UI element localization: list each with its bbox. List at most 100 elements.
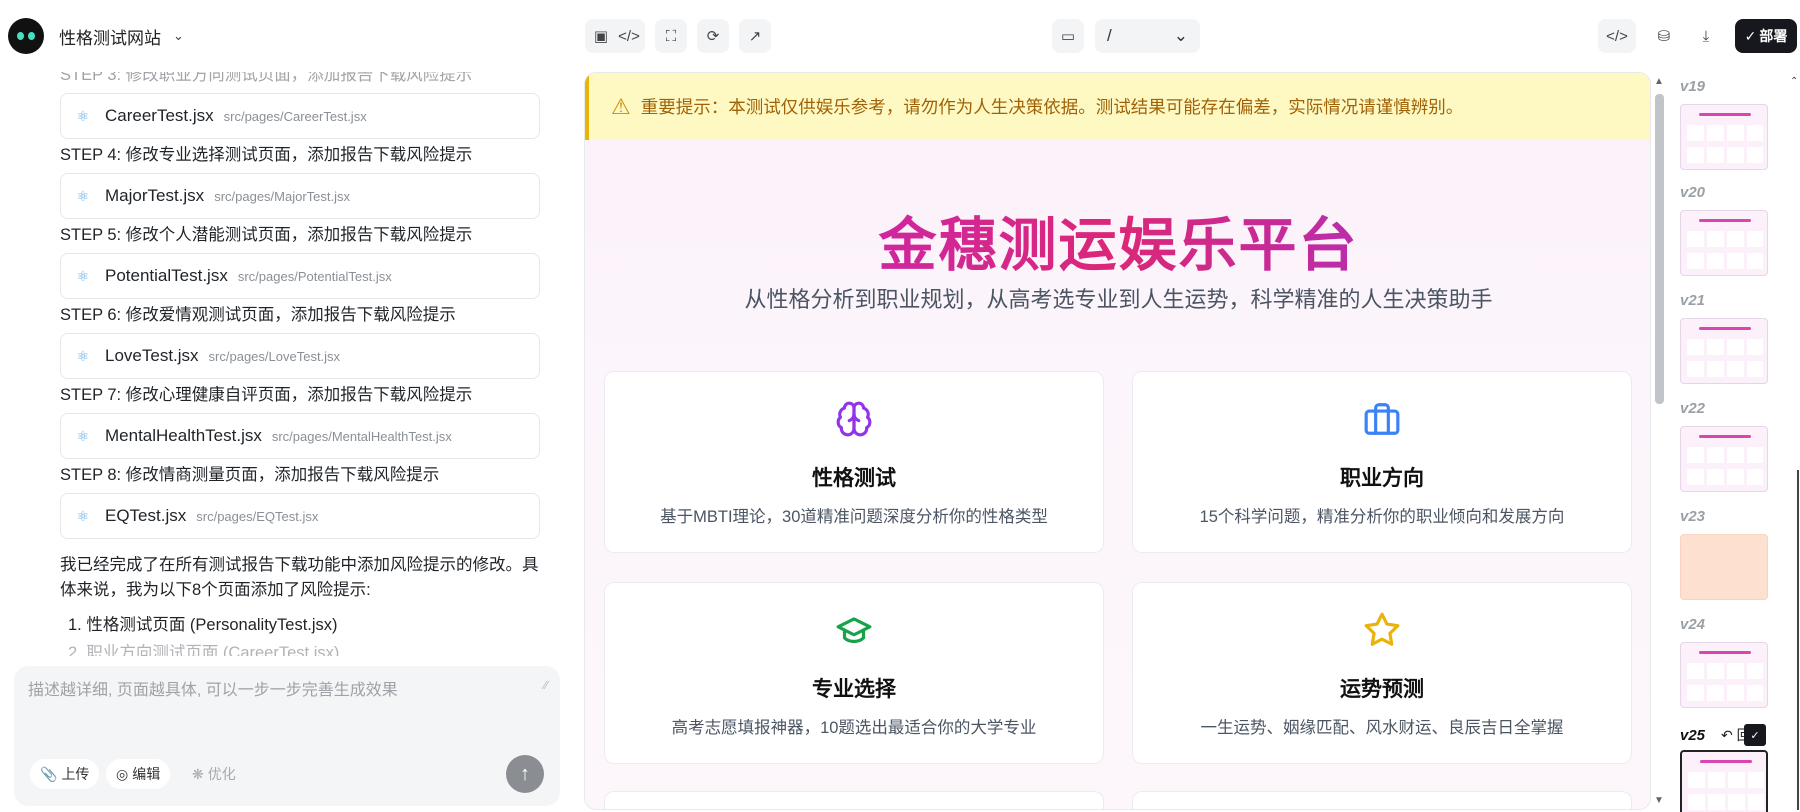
code-view-icon[interactable]: </> xyxy=(615,28,643,45)
chat-composer: ∕∕ 📎 上传 ◎ 编辑 ❋ 优化 ↑ xyxy=(14,666,560,806)
browser-view-icon[interactable]: ▣ xyxy=(587,27,615,45)
briefcase-icon xyxy=(1133,400,1631,438)
file-card[interactable]: ⚛ EQTest.jsx src/pages/EQTest.jsx xyxy=(60,493,540,539)
version-thumbnail[interactable] xyxy=(1680,318,1768,384)
feature-card-fortune[interactable]: 运势预测 一生运势、姻缘匹配、风水财运、良辰吉日全掌握 xyxy=(1132,582,1632,764)
project-title[interactable]: 性格测试网站 xyxy=(59,24,161,49)
deploy-button[interactable]: ✓ 部署 xyxy=(1735,19,1797,53)
optimize-button[interactable]: ❋ 优化 xyxy=(182,759,246,789)
chevron-down-icon[interactable]: ⌄ xyxy=(173,28,184,44)
file-name: LoveTest.jsx xyxy=(105,346,199,365)
sparkle-icon: ❋ xyxy=(192,765,204,782)
version-thumbnail[interactable] xyxy=(1680,750,1768,812)
version-thumbnail[interactable] xyxy=(1680,210,1768,276)
feature-card[interactable] xyxy=(604,791,1104,809)
file-path: src/pages/CareerTest.jsx xyxy=(223,108,367,124)
list-item: 2. 职业方向测试页面 (CareerTest.jsx) xyxy=(68,644,340,656)
deploy-label: 部署 xyxy=(1759,28,1788,44)
version-thumbnail[interactable] xyxy=(1680,534,1768,600)
cat-logo-icon xyxy=(8,18,44,54)
hero-subtitle: 从性格分析到职业规划，从高考选专业到人生运势，科学精准的人生决策助手 xyxy=(744,287,1493,312)
step-title: STEP 6: 修改爱情观测试页面，添加报告下载风险提示 xyxy=(60,306,456,324)
rail-scroll-up-icon[interactable]: ⌃ xyxy=(1790,76,1798,87)
version-label: v19 xyxy=(1680,78,1706,95)
feature-card-personality[interactable]: 性格测试 基于MBTI理论，30道精准问题深度分析你的性格类型 xyxy=(604,371,1104,553)
version-thumbnail[interactable] xyxy=(1680,642,1768,708)
version-item[interactable]: v19 xyxy=(1680,78,1800,170)
version-label: v24 xyxy=(1680,616,1706,633)
react-icon: ⚛ xyxy=(76,268,90,284)
file-name: MajorTest.jsx xyxy=(105,186,205,205)
upload-button[interactable]: 📎 上传 xyxy=(30,759,100,789)
graduation-cap-icon xyxy=(605,611,1103,649)
version-label: v22 xyxy=(1680,400,1706,417)
chat-panel: 性格测试网站 ⌄ STEP 3: 修改职业方向测试页面，添加报告下载风险提示 ⚛… xyxy=(0,0,575,812)
deploy-icon: ✓ xyxy=(1744,27,1757,44)
version-thumbnail[interactable] xyxy=(1680,426,1768,492)
route-select[interactable]: / ⌄ xyxy=(1095,19,1200,53)
refresh-icon: ⟳ xyxy=(706,28,720,45)
optimize-label: 优化 xyxy=(207,766,236,782)
file-card[interactable]: ⚛ LoveTest.jsx src/pages/LoveTest.jsx xyxy=(60,333,540,379)
step-title: STEP 5: 修改个人潜能测试页面，添加报告下载风险提示 xyxy=(60,226,473,244)
step-title: STEP 7: 修改心理健康自评页面，添加报告下载风险提示 xyxy=(60,386,473,404)
file-card[interactable]: ⚛ PotentialTest.jsx src/pages/PotentialT… xyxy=(60,253,540,299)
version-item-current[interactable]: v25 ↶ 回退 ✓ xyxy=(1680,724,1800,812)
version-item[interactable]: v20 xyxy=(1680,184,1800,276)
external-link-icon: ↗ xyxy=(748,28,762,45)
upload-label: 上传 xyxy=(61,766,90,782)
version-label: v21 xyxy=(1680,292,1706,309)
warning-text: 重要提示：本测试仅供娱乐参考，请勿作为人生决策依据。测试结果可能存在偏差，实际情… xyxy=(640,97,1464,117)
file-name: CareerTest.jsx xyxy=(105,106,214,125)
react-icon: ⚛ xyxy=(76,508,90,524)
warning-icon: ⚠ xyxy=(611,93,631,119)
react-icon: ⚛ xyxy=(76,108,90,124)
feature-card[interactable] xyxy=(1132,791,1632,809)
summary-list: 1. 性格测试页面 (PersonalityTest.jsx) 2. 职业方向测… xyxy=(60,611,540,656)
edit-label: 编辑 xyxy=(132,766,161,782)
scroll-thumb[interactable] xyxy=(1655,94,1664,404)
card-title: 运势预测 xyxy=(1340,678,1424,701)
version-label: v20 xyxy=(1680,184,1706,201)
version-label: v23 xyxy=(1680,508,1706,525)
view-toggle: ▣ </> xyxy=(585,19,645,53)
version-item[interactable]: v24 xyxy=(1680,616,1800,708)
version-item[interactable]: v23 xyxy=(1680,508,1800,600)
file-name: MentalHealthTest.jsx xyxy=(105,426,262,445)
preview-toolbar: ▣ </> ⛶ ⟳ ↗ ▭ / ⌄ </> ⛁ ⤓ ✓ 部署 xyxy=(575,0,1800,72)
step-title: STEP 3: 修改职业方向测试页面，添加报告下载风险提示 xyxy=(60,72,473,84)
open-external-button[interactable]: ↗ xyxy=(739,19,771,53)
version-item[interactable]: v21 xyxy=(1680,292,1800,384)
file-card[interactable]: ⚛ MentalHealthTest.jsx src/pages/MentalH… xyxy=(60,413,540,459)
device-button[interactable]: ▭ xyxy=(1052,19,1084,53)
preview-scrollbar[interactable]: ▲ ▼ xyxy=(1653,72,1667,810)
brain-icon xyxy=(605,400,1103,438)
download-button[interactable]: ⤓ xyxy=(1690,19,1722,53)
app-header: 性格测试网站 ⌄ xyxy=(0,0,575,72)
version-item[interactable]: v22 xyxy=(1680,400,1800,492)
card-title: 性格测试 xyxy=(812,467,896,490)
feature-card-major[interactable]: 专业选择 高考志愿填报神器，10题选出最适合你的大学专业 xyxy=(604,582,1104,764)
version-thumbnail[interactable] xyxy=(1680,104,1768,170)
version-history: v19 v20 v21 v22 v23 v24 v25 ↶ 回退 ✓ xyxy=(1672,72,1800,812)
refresh-button[interactable]: ⟳ xyxy=(697,19,729,53)
rail-scrollbar[interactable] xyxy=(1797,470,1799,810)
prompt-input[interactable] xyxy=(28,676,528,706)
database-icon: ⛁ xyxy=(1657,28,1671,45)
file-path: src/pages/LoveTest.jsx xyxy=(208,348,341,364)
code-button[interactable]: </> xyxy=(1598,19,1636,53)
scroll-down-icon[interactable]: ▼ xyxy=(1654,795,1664,806)
file-card[interactable]: ⚛ MajorTest.jsx src/pages/MajorTest.jsx xyxy=(60,173,540,219)
edit-button[interactable]: ◎ 编辑 xyxy=(106,759,171,789)
database-button[interactable]: ⛁ xyxy=(1648,19,1680,53)
fullscreen-button[interactable]: ⛶ xyxy=(655,19,687,53)
step-title: STEP 8: 修改情商测量页面，添加报告下载风险提示 xyxy=(60,466,440,484)
card-description: 一生运势、姻缘匹配、风水财运、良辰吉日全掌握 xyxy=(1200,719,1564,737)
send-button[interactable]: ↑ xyxy=(506,755,544,793)
resize-handle-icon[interactable]: ∕∕ xyxy=(544,678,548,692)
scroll-up-icon[interactable]: ▲ xyxy=(1654,76,1664,87)
card-description: 15个科学问题，精准分析你的职业倾向和发展方向 xyxy=(1199,508,1565,526)
feature-card-career[interactable]: 职业方向 15个科学问题，精准分析你的职业倾向和发展方向 xyxy=(1132,371,1632,553)
file-card[interactable]: ⚛ CareerTest.jsx src/pages/CareerTest.js… xyxy=(60,93,540,139)
card-description: 高考志愿填报神器，10题选出最适合你的大学专业 xyxy=(671,719,1037,737)
